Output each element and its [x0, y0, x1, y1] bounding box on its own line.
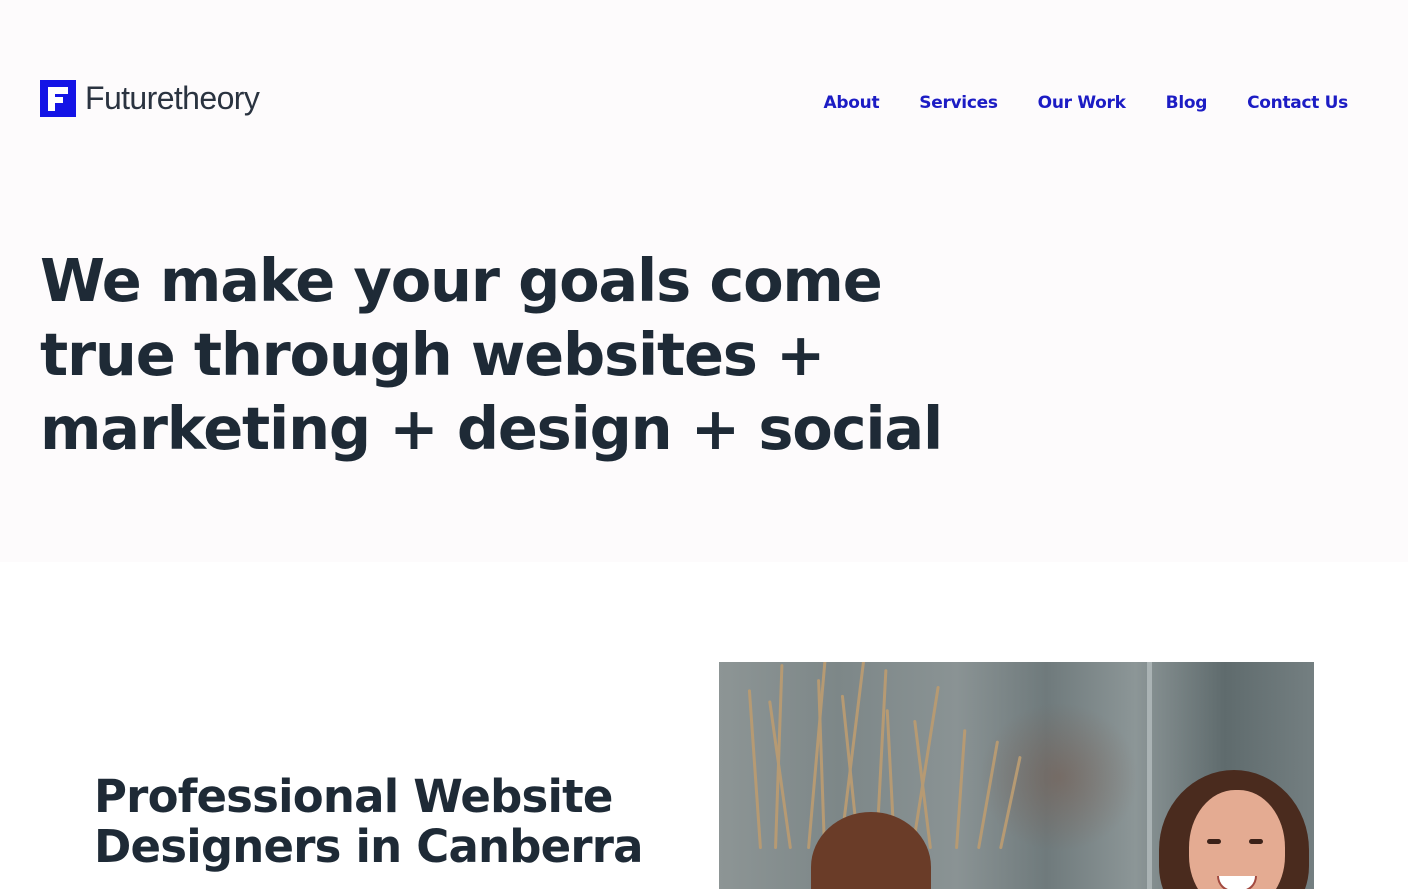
- nav-item-our-work[interactable]: Our Work: [1038, 92, 1126, 114]
- main-nav: About Services Our Work Blog Contact Us: [824, 92, 1349, 114]
- nav-item-blog[interactable]: Blog: [1166, 92, 1208, 114]
- brand-logo-link[interactable]: Futuretheory: [40, 80, 260, 117]
- brand-name: Futuretheory: [85, 80, 260, 116]
- nav-item-services[interactable]: Services: [919, 92, 998, 114]
- team-photo-image: [719, 662, 1314, 889]
- futuretheory-f-logo-icon: [40, 80, 76, 117]
- intro-title: Professional Website Designers in Canber…: [94, 770, 644, 873]
- hero-headline: We make your goals come true through web…: [40, 246, 943, 463]
- nav-item-contact-us[interactable]: Contact Us: [1247, 92, 1348, 114]
- nav-item-about[interactable]: About: [824, 92, 880, 114]
